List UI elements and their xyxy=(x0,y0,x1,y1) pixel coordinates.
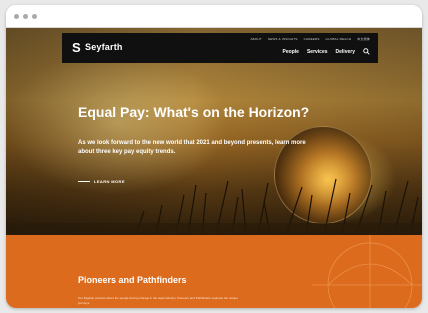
section-body: Our flagship podcast about the people dr… xyxy=(78,296,238,305)
window-maximize-dot-icon[interactable] xyxy=(32,14,37,19)
learn-more-dash-icon xyxy=(78,181,90,182)
grass-silhouette xyxy=(6,178,422,235)
utility-link-careers[interactable]: Careers xyxy=(304,37,320,41)
window-titlebar xyxy=(6,5,422,28)
decorative-line-art xyxy=(312,235,422,308)
nav-item-delivery[interactable]: Delivery xyxy=(336,49,355,55)
utility-link-language[interactable]: 中文简体 xyxy=(357,37,370,41)
learn-more-link[interactable]: LEARN MORE xyxy=(78,179,125,184)
utility-link-about[interactable]: About xyxy=(250,37,261,41)
search-icon[interactable] xyxy=(363,48,370,55)
hero-banner: S Seyfarth About News & Insights Careers… xyxy=(6,28,422,235)
utility-link-news-insights[interactable]: News & Insights xyxy=(268,37,298,41)
page-viewport: S Seyfarth About News & Insights Careers… xyxy=(6,28,422,308)
window-close-dot-icon[interactable] xyxy=(14,14,19,19)
nav-item-services[interactable]: Services xyxy=(307,49,328,55)
hero-title: Equal Pay: What's on the Horizon? xyxy=(78,104,310,120)
section-title: Pioneers and Pathfinders xyxy=(78,275,187,285)
seyfarth-logo-text[interactable]: Seyfarth xyxy=(85,42,123,52)
learn-more-label: LEARN MORE xyxy=(94,179,125,184)
hero-subtitle: As we look forward to the new world that… xyxy=(78,140,306,155)
window-minimize-dot-icon[interactable] xyxy=(23,14,28,19)
utility-link-global-reach[interactable]: Global Reach xyxy=(326,37,352,41)
utility-nav: About News & Insights Careers Global Rea… xyxy=(250,37,370,41)
seyfarth-logo-icon[interactable]: S xyxy=(72,41,82,54)
main-nav: People Services Delivery xyxy=(283,48,370,55)
site-navbar: S Seyfarth About News & Insights Careers… xyxy=(62,33,378,63)
browser-window: S Seyfarth About News & Insights Careers… xyxy=(6,5,422,308)
nav-item-people[interactable]: People xyxy=(283,49,299,55)
